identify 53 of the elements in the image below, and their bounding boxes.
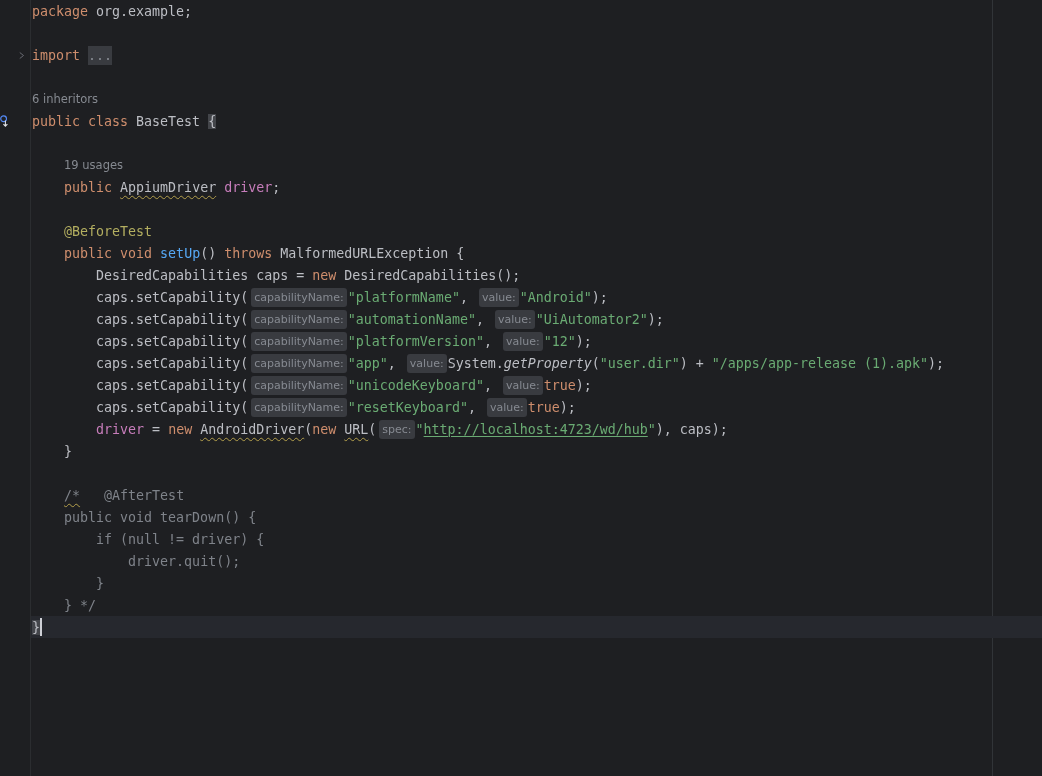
code-text: } [32,619,40,635]
usage-hint[interactable]: 19 usages [64,158,123,172]
code-text: "resetKeyboard", [347,399,477,415]
code-text: "UiAutomator2"); [535,311,664,327]
code-text: public void setUp() throws MalformedURLException { [63,245,465,261]
code-text: driver.quit(); [127,553,241,569]
parameter-hint: value: [406,353,447,373]
parameter-hint: capabilityName: [251,353,347,373]
implemented-marker-icon[interactable] [0,115,9,128]
code-text: true); [527,399,576,415]
code-text: "platformVersion", [347,333,493,349]
code-text: "platformName", [347,289,469,305]
code-text: System.getProperty("user.dir") + "/apps/app-release (1).apk"); [447,355,944,371]
code-text: "automationName", [347,311,485,327]
code-text: "http://localhost:4723/wd/hub"), caps); [415,421,728,437]
code-text: public void tearDown() { [63,509,257,525]
code-text: driver = new AndroidDriver(new URL( [95,421,377,437]
text-caret [40,618,42,636]
code-text: package org.example; [32,3,193,19]
parameter-hint: value: [486,397,527,417]
code-text: if (null != driver) { [95,531,265,547]
code-text: public AppiumDriver driver; [63,179,281,195]
code-text: public class BaseTest { [32,113,217,129]
parameter-hint: value: [494,309,535,329]
code-text: DesiredCapabilities caps = new DesiredCapabilities(); [95,267,521,283]
code-text: } [95,575,105,591]
parameter-hint: spec: [379,419,415,439]
code-text: true); [543,377,592,393]
parameter-hint: capabilityName: [251,375,347,395]
code-text: @BeforeTest [63,223,153,239]
parameter-hint: value: [502,331,543,351]
code-text: "app", [347,355,397,371]
code-text: "12"); [543,333,592,349]
code-text: caps.setCapability( [95,289,249,305]
parameter-hint: value: [478,287,519,307]
code-text: caps.setCapability( [95,399,249,415]
code-text: caps.setCapability( [95,311,249,327]
code-text: caps.setCapability( [95,377,249,393]
code-text: import ... [32,47,113,63]
code-text: } */ [63,597,97,613]
parameter-hint: capabilityName: [251,397,347,417]
parameter-hint: capabilityName: [251,331,347,351]
code-text: /* @AfterTest [63,487,185,503]
parameter-hint: capabilityName: [251,287,347,307]
code-text: caps.setCapability( [95,333,249,349]
code-text: } [63,443,73,459]
chevron-right-icon[interactable] [19,51,25,60]
code-text: "Android"); [519,289,608,305]
code-text: "unicodeKeyboard", [347,377,493,393]
parameter-hint: value: [502,375,543,395]
code-text: caps.setCapability( [95,355,249,371]
parameter-hint: capabilityName: [251,309,347,329]
usage-hint[interactable]: 6 inheritors [32,92,98,106]
